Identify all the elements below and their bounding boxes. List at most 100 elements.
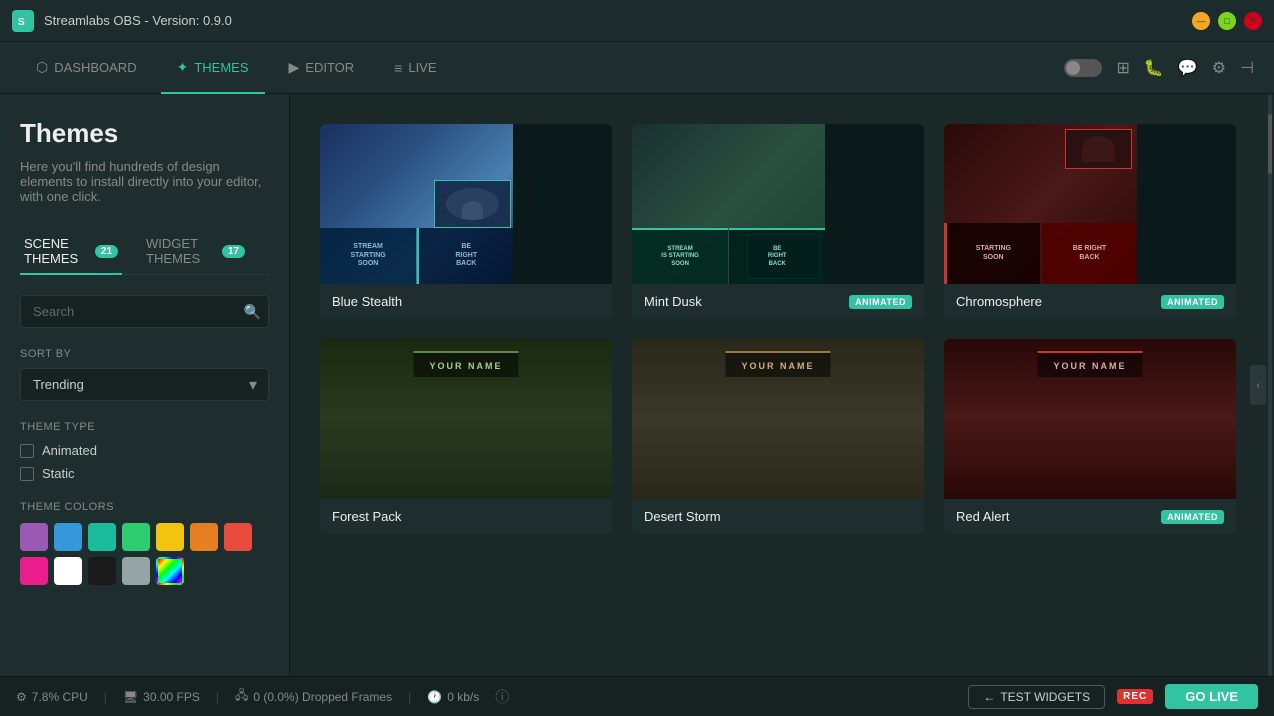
- sort-select[interactable]: Trending Newest Popular: [20, 368, 269, 401]
- bottombar: ⚙ 7.8% CPU | 🖥 30.00 FPS | 🖧 0 (0.0%) Dr…: [0, 676, 1274, 716]
- blue-stealth-name: Blue Stealth: [332, 294, 402, 309]
- navbar: ⬡ DASHBOARD ✦ THEMES ▶ EDITOR ≡ LIVE ⊞ 🐛…: [0, 42, 1274, 94]
- checkbox-animated[interactable]: Animated: [20, 443, 269, 458]
- desert-name: Desert Storm: [644, 509, 721, 524]
- live-icon: ≡: [394, 60, 402, 76]
- cpu-icon: ⚙: [16, 690, 27, 704]
- theme-type-label: THEME TYPE: [20, 421, 269, 433]
- cpu-value: 7.8% CPU: [32, 690, 88, 704]
- sort-select-wrapper: Trending Newest Popular: [20, 368, 269, 401]
- page-description: Here you'll find hundreds of design elem…: [20, 159, 269, 204]
- nav-dashboard[interactable]: ⬡ DASHBOARD: [20, 42, 153, 94]
- fps-value: 30.00 FPS: [143, 690, 200, 704]
- color-red[interactable]: [224, 523, 252, 551]
- dropped-icon: 🖧: [235, 686, 248, 707]
- maximize-button[interactable]: □: [1218, 12, 1236, 30]
- desert-label: Desert Storm: [632, 499, 924, 534]
- test-widgets-button[interactable]: ← TEST WIDGETS: [968, 685, 1105, 709]
- nav-themes[interactable]: ✦ THEMES: [161, 42, 265, 94]
- scroll-track: [1268, 94, 1272, 676]
- tab-widget-themes[interactable]: WIDGET THEMES 17: [142, 228, 249, 274]
- colors-section: THEME COLORS: [20, 501, 269, 585]
- svg-text:S: S: [18, 17, 25, 28]
- fps-icon: 🖥: [123, 690, 138, 704]
- theme-card-mint-dusk[interactable]: STREAMIS STARTINGSOON BERIGHTBACK Mint D…: [632, 124, 924, 319]
- forest-preview: YOUR NAME: [320, 339, 612, 499]
- forest-label: Forest Pack: [320, 499, 612, 534]
- window-controls: — □ ✕: [1192, 12, 1262, 30]
- blue-stealth-label: Blue Stealth: [320, 284, 612, 319]
- cpu-stat: ⚙ 7.8% CPU: [16, 690, 88, 704]
- color-multicolor[interactable]: [156, 557, 184, 585]
- sidebar: Themes Here you'll find hundreds of desi…: [0, 94, 290, 676]
- themes-grid: STREAMSTARTINGSOON BERIGHTBACK: [320, 124, 1236, 534]
- dashboard-icon: ⬡: [36, 59, 48, 76]
- color-pink[interactable]: [20, 557, 48, 585]
- search-input[interactable]: [20, 295, 269, 328]
- theme-card-redalert[interactable]: YOUR NAME Red Alert ANIMATED: [944, 339, 1236, 534]
- rec-badge[interactable]: REC: [1117, 689, 1153, 704]
- sep2: |: [216, 690, 219, 704]
- mint-dusk-animated-badge: ANIMATED: [849, 295, 912, 309]
- color-swatches: [20, 523, 269, 585]
- sidebar-collapse-icon[interactable]: ⊣: [1240, 58, 1254, 78]
- color-black[interactable]: [88, 557, 116, 585]
- widget-themes-badge: 17: [222, 245, 245, 258]
- sort-label: SORT BY: [20, 348, 269, 360]
- fps-stat: 🖥 30.00 FPS: [123, 690, 200, 704]
- bandwidth-stat: 🕐 0 kb/s: [427, 690, 479, 704]
- color-gray[interactable]: [122, 557, 150, 585]
- minimize-button[interactable]: —: [1192, 12, 1210, 30]
- chromosphere-preview: STARTINGSOON BE RIGHTBACK: [944, 124, 1236, 284]
- color-green[interactable]: [122, 523, 150, 551]
- nav-editor[interactable]: ▶ EDITOR: [273, 42, 371, 94]
- checkbox-animated-box: [20, 444, 34, 458]
- sep1: |: [104, 690, 107, 704]
- main-content: Themes Here you'll find hundreds of desi…: [0, 94, 1274, 676]
- blue-stealth-preview: STREAMSTARTINGSOON BERIGHTBACK: [320, 124, 612, 284]
- redalert-animated-badge: ANIMATED: [1161, 510, 1224, 524]
- theme-card-desert[interactable]: YOUR NAME Desert Storm: [632, 339, 924, 534]
- close-button[interactable]: ✕: [1244, 12, 1262, 30]
- search-icon[interactable]: 🔍: [244, 303, 261, 320]
- forest-name: Forest Pack: [332, 509, 401, 524]
- theme-card-chromosphere[interactable]: STARTINGSOON BE RIGHTBACK Chromosphere A…: [944, 124, 1236, 319]
- redalert-name: Red Alert: [956, 509, 1009, 524]
- checkbox-static[interactable]: Static: [20, 466, 269, 481]
- bug-icon[interactable]: 🐛: [1144, 58, 1164, 78]
- page-title: Themes: [20, 118, 269, 149]
- chromosphere-animated-badge: ANIMATED: [1161, 295, 1224, 309]
- theme-tabs: SCENE THEMES 21 WIDGET THEMES 17: [20, 228, 269, 275]
- scrollbar[interactable]: ‹: [1266, 94, 1274, 676]
- color-purple[interactable]: [20, 523, 48, 551]
- nav-live[interactable]: ≡ LIVE: [378, 42, 452, 94]
- go-live-button[interactable]: GO LIVE: [1165, 684, 1258, 709]
- redalert-label: Red Alert ANIMATED: [944, 499, 1236, 534]
- color-orange[interactable]: [190, 523, 218, 551]
- color-yellow[interactable]: [156, 523, 184, 551]
- themes-icon: ✦: [177, 59, 189, 76]
- color-teal[interactable]: [88, 523, 116, 551]
- scroll-thumb[interactable]: [1268, 114, 1272, 174]
- sep3: |: [408, 690, 411, 704]
- bottom-right-actions: ← TEST WIDGETS REC GO LIVE: [968, 684, 1258, 709]
- tab-scene-themes[interactable]: SCENE THEMES 21: [20, 228, 122, 274]
- theme-card-forest[interactable]: YOUR NAME Forest Pack: [320, 339, 612, 534]
- dropped-value: 0 (0.0%) Dropped Frames: [253, 690, 392, 704]
- color-blue[interactable]: [54, 523, 82, 551]
- color-white[interactable]: [54, 557, 82, 585]
- toggle-knob: [1066, 61, 1080, 75]
- chromosphere-name: Chromosphere: [956, 294, 1042, 309]
- discord-icon[interactable]: 💬: [1178, 58, 1198, 78]
- bandwidth-icon: 🕐: [427, 690, 442, 704]
- settings-icon[interactable]: ⚙: [1212, 58, 1226, 78]
- toggle-switch[interactable]: [1064, 59, 1102, 77]
- columns-icon[interactable]: ⊞: [1116, 58, 1129, 78]
- search-wrapper: 🔍: [20, 295, 269, 328]
- app-icon: S: [12, 10, 34, 32]
- info-icon[interactable]: ⓘ: [495, 687, 509, 707]
- app-title: Streamlabs OBS - Version: 0.9.0: [44, 13, 1192, 28]
- collapse-button[interactable]: ‹: [1250, 365, 1266, 405]
- theme-card-blue-stealth[interactable]: STREAMSTARTINGSOON BERIGHTBACK: [320, 124, 612, 319]
- mint-dusk-name: Mint Dusk: [644, 294, 702, 309]
